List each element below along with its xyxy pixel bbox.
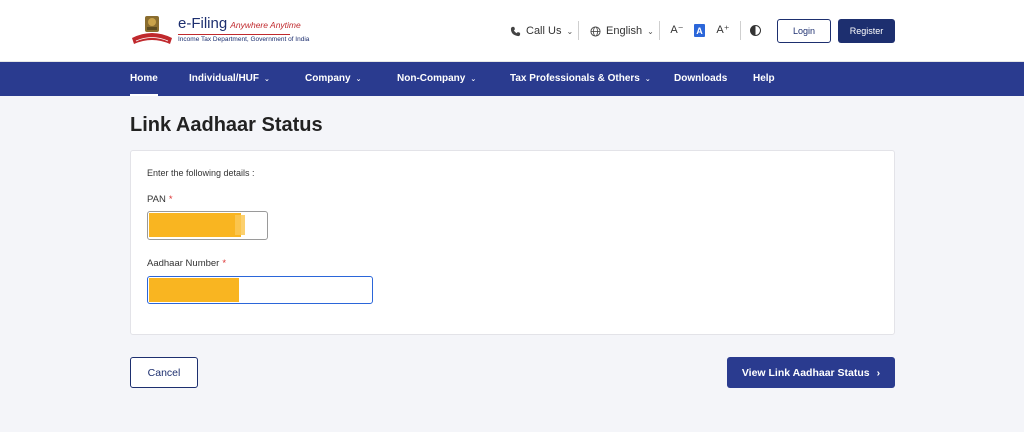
divider	[659, 21, 660, 40]
language-label: English	[606, 25, 643, 37]
register-button[interactable]: Register	[838, 19, 895, 43]
contrast-toggle-icon[interactable]	[750, 25, 761, 36]
divider	[578, 21, 579, 40]
chevron-down-icon: ⌄	[566, 26, 574, 36]
nav-item-label: Non-Company	[397, 73, 466, 84]
pan-input[interactable]	[147, 211, 268, 240]
divider	[740, 21, 741, 40]
pan-label: PAN *	[147, 194, 173, 205]
page-title: Link Aadhaar Status	[130, 114, 323, 136]
chevron-down-icon: ⌄	[355, 76, 362, 83]
logo-subtitle: Income Tax Department, Government of Ind…	[178, 36, 310, 43]
site-header: e-Filing Anywhere Anytime Income Tax Depa…	[0, 0, 1024, 62]
chevron-down-icon: ⌄	[647, 26, 654, 36]
main-nav: Home Individual/HUF ⌄ Company ⌄ Non-Compan…	[0, 62, 1024, 96]
font-increase-button[interactable]: A⁺	[716, 22, 730, 37]
globe-icon	[590, 25, 601, 37]
logo-tagline: Anywhere Anytime	[230, 20, 301, 30]
pan-label-text: PAN	[147, 194, 166, 205]
nav-item-label: Home	[130, 73, 158, 84]
login-button[interactable]: Login	[777, 19, 831, 43]
nav-item-label: Company	[305, 73, 351, 84]
form-card: Enter the following details : PAN * Aadha…	[130, 150, 895, 335]
required-mark: *	[168, 194, 173, 205]
nav-item-label: Individual/HUF	[189, 73, 259, 84]
efiling-logo[interactable]: e-Filing Anywhere Anytime Income Tax Depa…	[128, 14, 309, 50]
nav-item-tax-professionals[interactable]: Tax Professionals & Others ⌄	[510, 62, 651, 96]
chevron-down-icon: ⌄	[264, 76, 270, 83]
logo-title: e-Filing	[178, 15, 228, 32]
nav-item-downloads[interactable]: Downloads	[674, 62, 727, 96]
required-mark: *	[222, 258, 227, 269]
nav-item-help[interactable]: Help	[753, 62, 775, 96]
nav-item-individual-huf[interactable]: Individual/HUF ⌄	[189, 62, 270, 96]
font-decrease-button[interactable]: A⁻	[670, 22, 684, 37]
emblem-icon	[132, 16, 172, 44]
nav-item-company[interactable]: Company ⌄	[305, 62, 361, 96]
aadhaar-label: Aadhaar Number *	[147, 258, 226, 269]
language-dropdown[interactable]: English ⌄	[590, 21, 654, 41]
aadhaar-label-text: Aadhaar Number	[147, 258, 220, 269]
nav-item-home[interactable]: Home	[130, 62, 158, 96]
cancel-button[interactable]: Cancel	[130, 357, 198, 388]
chevron-right-icon: ›	[876, 366, 881, 379]
chevron-down-icon: ⌄	[644, 76, 651, 83]
nav-item-label: Tax Professionals & Others	[510, 73, 640, 84]
form-intro: Enter the following details :	[147, 168, 255, 178]
chevron-down-icon: ⌄	[470, 76, 477, 83]
nav-item-label: Downloads	[674, 73, 728, 84]
aadhaar-input[interactable]	[147, 276, 373, 304]
call-us-label: Call Us	[526, 25, 562, 37]
view-status-label: View Link Aadhaar Status	[741, 366, 870, 379]
nav-item-non-company[interactable]: Non-Company ⌄	[397, 62, 476, 96]
font-default-button[interactable]: A	[694, 24, 705, 37]
view-link-aadhaar-status-button[interactable]: View Link Aadhaar Status ›	[727, 357, 895, 388]
phone-icon	[510, 26, 521, 36]
nav-item-label: Help	[753, 73, 775, 84]
logo-divider	[178, 34, 290, 35]
call-us-dropdown[interactable]: Call Us ⌄	[510, 21, 573, 41]
